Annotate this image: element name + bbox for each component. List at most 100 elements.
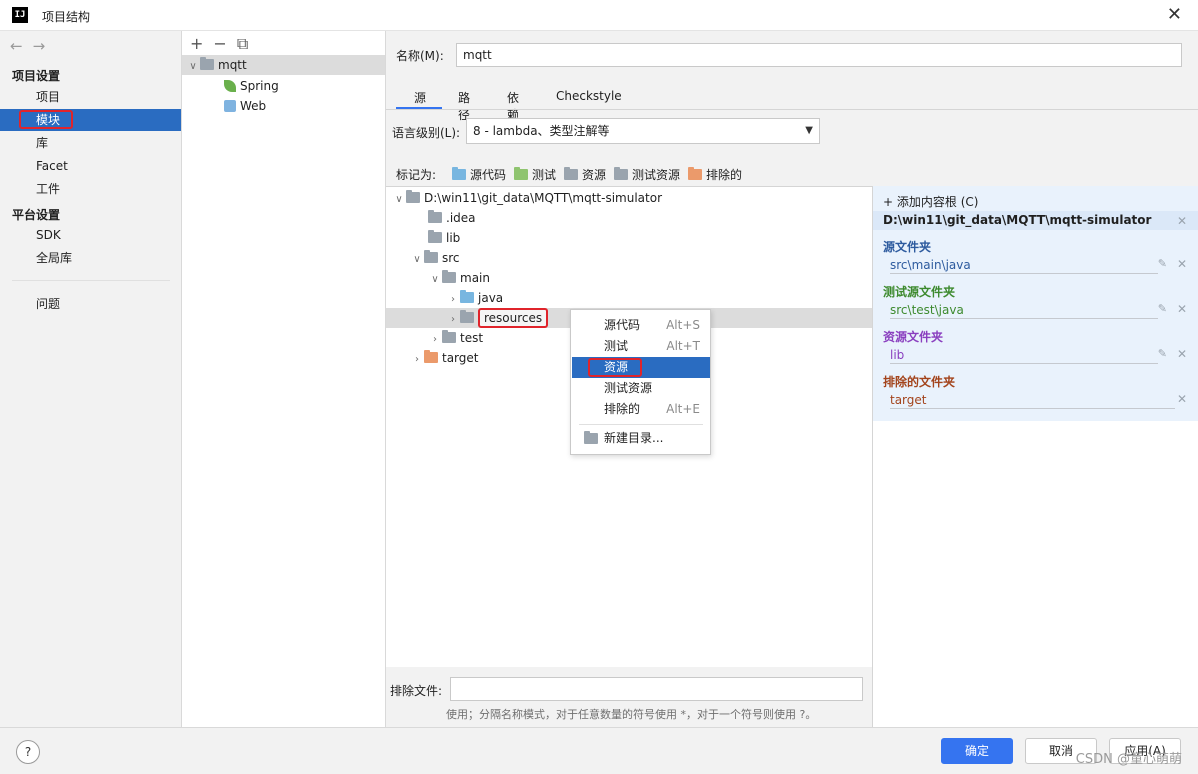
- name-label: 名称(M):: [396, 49, 444, 63]
- tree-item-label: D:\win11\git_data\MQTT\mqtt-simulator: [424, 191, 663, 205]
- watermark: CSDN @童心萌萌: [1075, 752, 1182, 767]
- language-level-value: 8 - lambda、类型注解等: [473, 124, 610, 138]
- source-folder-entry: src\main\java: [890, 257, 1158, 274]
- remove-entry-icon[interactable]: ✕: [1177, 302, 1187, 316]
- folder-icon: [428, 210, 442, 223]
- menu-item-test-resources[interactable]: 测试资源: [572, 378, 710, 399]
- mark-sources-button[interactable]: 源代码: [452, 166, 506, 183]
- content-root-path: D:\win11\git_data\MQTT\mqtt-simulator: [883, 213, 1152, 227]
- chevron-down-icon[interactable]: ∨: [392, 190, 406, 210]
- test-source-folders-heading: 测试源文件夹: [883, 285, 956, 299]
- tree-item-root[interactable]: ∨ D:\win11\git_data\MQTT\mqtt-simulator: [392, 188, 662, 208]
- tree-item-lib[interactable]: lib: [428, 228, 460, 248]
- help-button[interactable]: ?: [16, 740, 40, 764]
- add-icon[interactable]: +: [190, 34, 213, 53]
- sidebar-item-sdk[interactable]: SDK: [0, 224, 181, 246]
- tree-item-idea[interactable]: .idea: [428, 208, 476, 228]
- folder-icon: [406, 190, 420, 203]
- tree-item-label: src: [442, 251, 460, 265]
- sidebar-item-facets[interactable]: Facet: [0, 155, 181, 177]
- chevron-right-icon[interactable]: ›: [410, 350, 424, 370]
- menu-item-label: 测试: [604, 339, 629, 353]
- edit-pencil-icon[interactable]: ✎: [1158, 302, 1167, 315]
- content-roots-panel: + 添加内容根 (C) D:\win11\git_data\MQTT\mqtt-…: [872, 186, 1198, 727]
- tree-item-java[interactable]: › java: [446, 288, 503, 308]
- tests-folder-icon: [514, 167, 528, 180]
- tree-item-test[interactable]: › test: [428, 328, 483, 348]
- mark-test-resources-button[interactable]: 测试资源: [614, 166, 680, 183]
- remove-entry-icon[interactable]: ✕: [1177, 392, 1187, 406]
- module-list-panel: +−⧉ ∨ mqtt Spring Web: [182, 31, 386, 727]
- menu-shortcut: Alt+E: [666, 402, 700, 416]
- tree-item-target[interactable]: › target: [410, 348, 479, 368]
- chevron-down-icon[interactable]: ∨: [186, 57, 200, 77]
- excluded-folder-entry: target: [890, 392, 1175, 409]
- resource-folder-entry: lib: [890, 347, 1158, 364]
- edit-pencil-icon[interactable]: ✎: [1158, 257, 1167, 270]
- menu-item-new-folder[interactable]: 新建目录...: [572, 428, 710, 449]
- excluded-folder-icon: [688, 167, 702, 180]
- module-name-input[interactable]: mqtt: [456, 43, 1182, 67]
- folder-icon: [460, 310, 474, 323]
- menu-item-tests[interactable]: 测试 Alt+T: [572, 336, 710, 357]
- menu-item-resources[interactable]: 资源: [572, 357, 710, 378]
- sidebar-item-libraries[interactable]: 库: [0, 132, 181, 154]
- mark-button-label: 资源: [582, 168, 607, 182]
- close-icon[interactable]: ✕: [1167, 4, 1182, 25]
- mark-resources-button[interactable]: 资源: [564, 166, 606, 183]
- tree-item-label: lib: [446, 231, 461, 245]
- module-item-mqtt[interactable]: ∨ mqtt: [182, 55, 385, 75]
- facet-item-spring[interactable]: Spring: [224, 76, 279, 96]
- remove-icon[interactable]: −: [213, 34, 236, 53]
- mark-button-label: 测试: [532, 168, 557, 182]
- chevron-down-icon[interactable]: ∨: [410, 250, 424, 270]
- sidebar-item-modules[interactable]: 模块: [0, 109, 181, 131]
- tab-sources[interactable]: 源: [414, 89, 426, 106]
- ok-button[interactable]: 确定: [941, 738, 1013, 764]
- menu-item-excluded[interactable]: 排除的 Alt+E: [572, 399, 710, 420]
- tree-item-label: target: [442, 351, 479, 365]
- exclude-files-input[interactable]: [450, 677, 863, 701]
- add-icon: +: [883, 195, 897, 209]
- tree-item-src[interactable]: ∨ src: [410, 248, 460, 268]
- mark-tests-button[interactable]: 测试: [514, 166, 556, 183]
- facet-item-web[interactable]: Web: [224, 96, 266, 116]
- content-root-card: + 添加内容根 (C) D:\win11\git_data\MQTT\mqtt-…: [873, 186, 1198, 421]
- sources-folder-icon: [452, 167, 466, 180]
- facet-item-label: Spring: [240, 79, 279, 93]
- chevron-right-icon[interactable]: ›: [446, 310, 460, 330]
- chevron-right-icon[interactable]: ›: [428, 330, 442, 350]
- spring-leaf-icon: [224, 80, 236, 92]
- back-forward-icons[interactable]: ←→: [10, 37, 55, 55]
- highlight-box: [588, 358, 642, 377]
- mark-button-label: 源代码: [470, 168, 507, 182]
- remove-root-icon[interactable]: ✕: [1177, 214, 1187, 228]
- excluded-folder-icon: [424, 350, 438, 363]
- menu-item-label: 源代码: [604, 318, 641, 332]
- sidebar-item-global-libraries[interactable]: 全局库: [0, 247, 181, 269]
- add-content-root-button[interactable]: + 添加内容根 (C): [883, 193, 978, 210]
- source-folders-heading: 源文件夹: [883, 240, 932, 254]
- language-level-select[interactable]: 8 - lambda、类型注解等 ▼: [466, 118, 820, 144]
- tree-item-main[interactable]: ∨ main: [428, 268, 490, 288]
- edit-pencil-icon[interactable]: ✎: [1158, 347, 1167, 360]
- mark-button-label: 排除的: [706, 168, 743, 182]
- chevron-down-icon[interactable]: ∨: [428, 270, 442, 290]
- module-folder-icon: [200, 57, 214, 70]
- copy-icon[interactable]: ⧉: [237, 34, 258, 53]
- chevron-right-icon[interactable]: ›: [446, 290, 460, 310]
- remove-entry-icon[interactable]: ✕: [1177, 257, 1187, 271]
- language-level-label: 语言级别(L):: [392, 126, 461, 140]
- window-title: 项目结构: [42, 10, 91, 24]
- sidebar-item-project[interactable]: 项目: [0, 86, 181, 108]
- remove-entry-icon[interactable]: ✕: [1177, 347, 1187, 361]
- sidebar-divider: [12, 280, 170, 281]
- resource-folder-icon: [428, 230, 442, 243]
- menu-item-sources[interactable]: 源代码 Alt+S: [572, 315, 710, 336]
- sidebar-item-artifacts[interactable]: 工件: [0, 178, 181, 200]
- dialog-footer: ? 确定 取消 应用(A) CSDN @童心萌萌: [0, 727, 1198, 774]
- exclude-files-label: 排除文件:: [390, 684, 443, 698]
- sidebar-item-problems[interactable]: 问题: [0, 293, 181, 315]
- tab-checkstyle[interactable]: Checkstyle: [556, 89, 622, 103]
- mark-excluded-button[interactable]: 排除的: [688, 166, 742, 183]
